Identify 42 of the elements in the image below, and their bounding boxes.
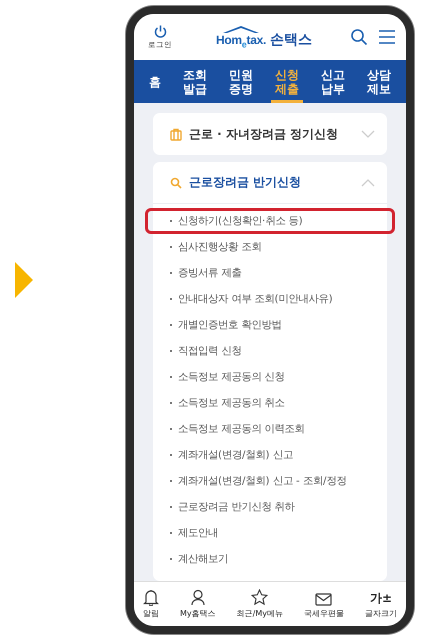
bottom-nav-button[interactable]: 가± 글자크기 — [364, 582, 397, 621]
bottom-nav-button[interactable]: 알림 — [143, 582, 159, 621]
nav-tab[interactable]: 신고 납부 — [317, 60, 349, 103]
nav-tab[interactable]: 홈 — [145, 60, 165, 103]
chevron-icon — [361, 130, 375, 138]
search-icon[interactable] — [350, 28, 368, 46]
nav-tab[interactable]: 상담 제보 — [363, 60, 395, 103]
house-roof-icon — [220, 24, 261, 33]
logo-text: Hom$_{e}$tax. — [216, 32, 266, 50]
menu-link[interactable]: 소득정보 제공동의 신청 — [153, 364, 387, 390]
section-header[interactable]: 근로장려금 반기신청 — [153, 162, 387, 204]
menu-link[interactable]: 계좌개설(변경/철회) 신고 - 조회/정정 — [153, 468, 387, 494]
person-icon — [190, 589, 206, 606]
menu-link[interactable]: 증빙서류 제출 — [153, 260, 387, 286]
menu-link[interactable]: 직접입력 신청 — [153, 338, 387, 364]
menu-link[interactable]: 신청하기(신청확인·취소 등) — [145, 208, 395, 234]
chevron-icon — [361, 178, 375, 186]
arrow-marker-icon — [15, 262, 33, 298]
bottom-nav-button[interactable]: 국세우편물 — [304, 582, 344, 621]
nav-tab[interactable]: 조회 발급 — [179, 60, 211, 103]
star-icon — [251, 589, 268, 606]
search-icon — [170, 176, 182, 188]
menu-link[interactable]: 심사진행상황 조회 — [153, 234, 387, 260]
bell-icon — [143, 589, 159, 606]
nav-tab[interactable]: 민원 증명 — [225, 60, 257, 103]
menu-icon[interactable] — [378, 29, 396, 45]
section-header[interactable]: 근로 · 자녀장려금 정기신청 — [153, 113, 387, 155]
menu-link[interactable]: 계산해보기 — [153, 546, 387, 572]
font-size-icon: 가± — [370, 591, 392, 606]
bottom-nav-button[interactable]: 최근/My메뉴 — [236, 582, 283, 621]
menu-link[interactable]: 안내대상자 여부 조회(미안내사유) — [153, 286, 387, 312]
menu-link[interactable]: 소득정보 제공동의 이력조회 — [153, 416, 387, 442]
bag-icon — [170, 128, 182, 140]
power-icon[interactable] — [152, 24, 168, 39]
menu-link[interactable]: 개별인증번호 확인방법 — [153, 312, 387, 338]
bottom-nav-button[interactable]: My홈택스 — [180, 582, 216, 621]
menu-link[interactable]: 근로장려금 반기신청 취하 — [153, 494, 387, 520]
menu-link[interactable]: 계좌개설(변경/철회) 신고 — [153, 442, 387, 468]
app-name: 손택스 — [270, 31, 312, 50]
menu-link[interactable]: 소득정보 제공동의 취소 — [153, 390, 387, 416]
menu-link[interactable]: 제도안내 — [153, 520, 387, 546]
mail-icon — [315, 593, 332, 606]
